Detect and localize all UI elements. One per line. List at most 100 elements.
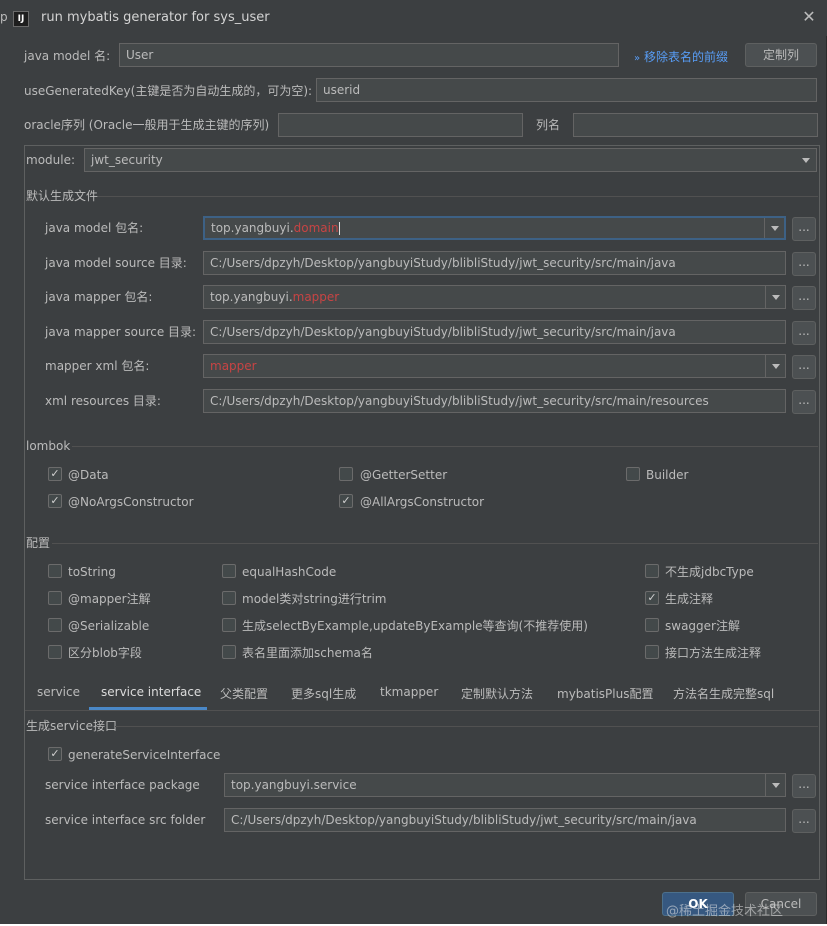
interface-comments-label: 接口方法生成注释 (665, 646, 762, 660)
tab-service-interface[interactable]: service interface (101, 685, 201, 699)
mapper-annotation-label: @mapper注解 (68, 592, 151, 606)
use-generated-key-input[interactable]: userid (316, 78, 817, 102)
browse-button[interactable]: ... (792, 217, 816, 241)
tab-custom-methods[interactable]: 定制默认方法 (461, 685, 533, 702)
service-interface-title: 生成service接口 (26, 719, 117, 733)
generate-service-interface-checkbox[interactable]: ✓ (48, 747, 62, 761)
data-checkbox-label: @Data (68, 468, 109, 482)
remove-prefix-label: 移除表名的前缀 (643, 50, 728, 64)
xml-resources-label: xml resources 目录: (45, 394, 161, 408)
browse-button[interactable]: ... (792, 355, 816, 379)
generate-service-interface-label: generateServiceInterface (68, 748, 221, 762)
remove-prefix-link[interactable]: » 移除表名的前缀 (634, 48, 728, 65)
chevron-down-icon[interactable] (765, 355, 785, 377)
title-bar: p IJ run mybatis generator for sys_user … (0, 0, 827, 36)
no-args-constructor-checkbox[interactable]: ✓ (48, 494, 62, 508)
java-mapper-package-suffix: mapper (292, 290, 340, 304)
section-divider (98, 196, 818, 197)
tab-parent-config[interactable]: 父类配置 (220, 685, 268, 702)
module-label: module: (26, 153, 76, 167)
text-caret (338, 222, 340, 235)
schema-name-label: 表名里面添加schema名 (242, 646, 373, 660)
no-jdbc-type-checkbox[interactable] (645, 564, 659, 578)
interface-comments-checkbox[interactable] (645, 645, 659, 659)
browse-button[interactable]: ... (792, 286, 816, 310)
service-package-label: service interface package (45, 778, 200, 792)
column-name-label: 列名 (536, 118, 561, 132)
select-by-example-checkbox[interactable] (222, 618, 236, 632)
builder-checkbox-label: Builder (646, 468, 689, 482)
java-model-source-input[interactable]: C:/Users/dpzyh/Desktop/yangbuyiStudy/bli… (203, 251, 786, 275)
blob-field-label: 区分blob字段 (68, 646, 142, 660)
chevron-down-icon[interactable] (765, 774, 785, 796)
java-model-package-suffix: domain (293, 221, 339, 235)
java-mapper-package-combo[interactable]: top.yangbuyi.mapper (203, 285, 786, 309)
all-args-constructor-checkbox[interactable]: ✓ (339, 494, 353, 508)
browse-button[interactable]: ... (792, 252, 816, 276)
getter-setter-checkbox[interactable] (339, 467, 353, 481)
section-divider (115, 726, 818, 727)
model-trim-checkbox[interactable] (222, 591, 236, 605)
browse-button[interactable]: ... (792, 774, 816, 798)
tab-divider (25, 710, 819, 711)
service-package-combo[interactable]: top.yangbuyi.service (224, 773, 786, 797)
chevron-down-icon[interactable] (765, 286, 785, 308)
service-folder-input[interactable]: C:/Users/dpzyh/Desktop/yangbuyiStudy/bli… (224, 808, 786, 832)
browse-button[interactable]: ... (792, 321, 816, 345)
serializable-label: @Serializable (68, 619, 150, 633)
equal-hashcode-label: equalHashCode (242, 565, 337, 579)
browse-button[interactable]: ... (792, 390, 816, 414)
tab-mybatis-plus[interactable]: mybatisPlus配置 (557, 685, 653, 702)
java-mapper-source-input[interactable]: C:/Users/dpzyh/Desktop/yangbuyiStudy/bli… (203, 320, 786, 344)
oracle-seq-input[interactable] (278, 113, 523, 137)
builder-checkbox[interactable] (626, 467, 640, 481)
model-name-input[interactable]: User (119, 43, 619, 67)
double-chevron-icon: » (634, 53, 641, 64)
browse-button[interactable]: ... (792, 809, 816, 833)
watermark: @稀土掘金技术社区 (666, 904, 784, 919)
chevron-down-icon (802, 158, 810, 163)
dialog-window: p IJ run mybatis generator for sys_user … (0, 0, 827, 924)
service-folder-label: service interface src folder (45, 813, 206, 827)
select-by-example-label: 生成selectByExample,updateByExample等查询(不推荐… (242, 619, 588, 633)
config-title: 配置 (26, 536, 51, 550)
tab-method-sql[interactable]: 方法名生成完整sql (673, 685, 774, 702)
close-icon[interactable]: ✕ (801, 8, 817, 26)
serializable-checkbox[interactable] (48, 618, 62, 632)
mapper-annotation-checkbox[interactable] (48, 591, 62, 605)
column-name-input[interactable] (573, 113, 818, 137)
blob-field-checkbox[interactable] (48, 645, 62, 659)
default-files-title: 默认生成文件 (26, 189, 99, 203)
java-model-package-combo[interactable]: top.yangbuyi.domain (203, 216, 786, 240)
java-mapper-package-label: java mapper 包名: (45, 290, 153, 304)
mapper-xml-package-combo[interactable]: mapper (203, 354, 786, 378)
mapper-xml-package-suffix: mapper (210, 359, 257, 373)
getter-setter-checkbox-label: @GetterSetter (360, 468, 448, 482)
java-model-package-label: java model 包名: (45, 221, 144, 235)
section-divider (72, 446, 818, 447)
data-checkbox[interactable]: ✓ (48, 467, 62, 481)
intellij-icon: IJ (13, 11, 29, 27)
tab-more-sql[interactable]: 更多sql生成 (291, 685, 356, 702)
schema-name-checkbox[interactable] (222, 645, 236, 659)
model-trim-label: model类对string进行trim (242, 592, 387, 606)
tab-tkmapper[interactable]: tkmapper (380, 685, 438, 699)
side-stub: p (0, 10, 8, 24)
mapper-xml-package-label: mapper xml 包名: (45, 359, 150, 373)
chevron-down-icon[interactable] (764, 218, 784, 238)
tab-service[interactable]: service (37, 685, 80, 699)
equal-hashcode-checkbox[interactable] (222, 564, 236, 578)
customize-columns-button[interactable]: 定制列 (745, 43, 817, 67)
module-value: jwt_security (91, 153, 163, 167)
all-args-constructor-label: @AllArgsConstructor (360, 495, 485, 509)
use-generated-key-label: useGeneratedKey(主键是否为自动生成的，可为空): (24, 84, 313, 98)
service-package-value: top.yangbuyi.service (231, 778, 357, 792)
tostring-label: toString (68, 565, 116, 579)
swagger-label: swagger注解 (665, 619, 740, 633)
xml-resources-input[interactable]: C:/Users/dpzyh/Desktop/yangbuyiStudy/bli… (203, 389, 786, 413)
generate-comments-checkbox[interactable]: ✓ (645, 591, 659, 605)
module-select[interactable]: jwt_security (84, 148, 817, 172)
section-divider (52, 543, 818, 544)
tostring-checkbox[interactable] (48, 564, 62, 578)
swagger-checkbox[interactable] (645, 618, 659, 632)
